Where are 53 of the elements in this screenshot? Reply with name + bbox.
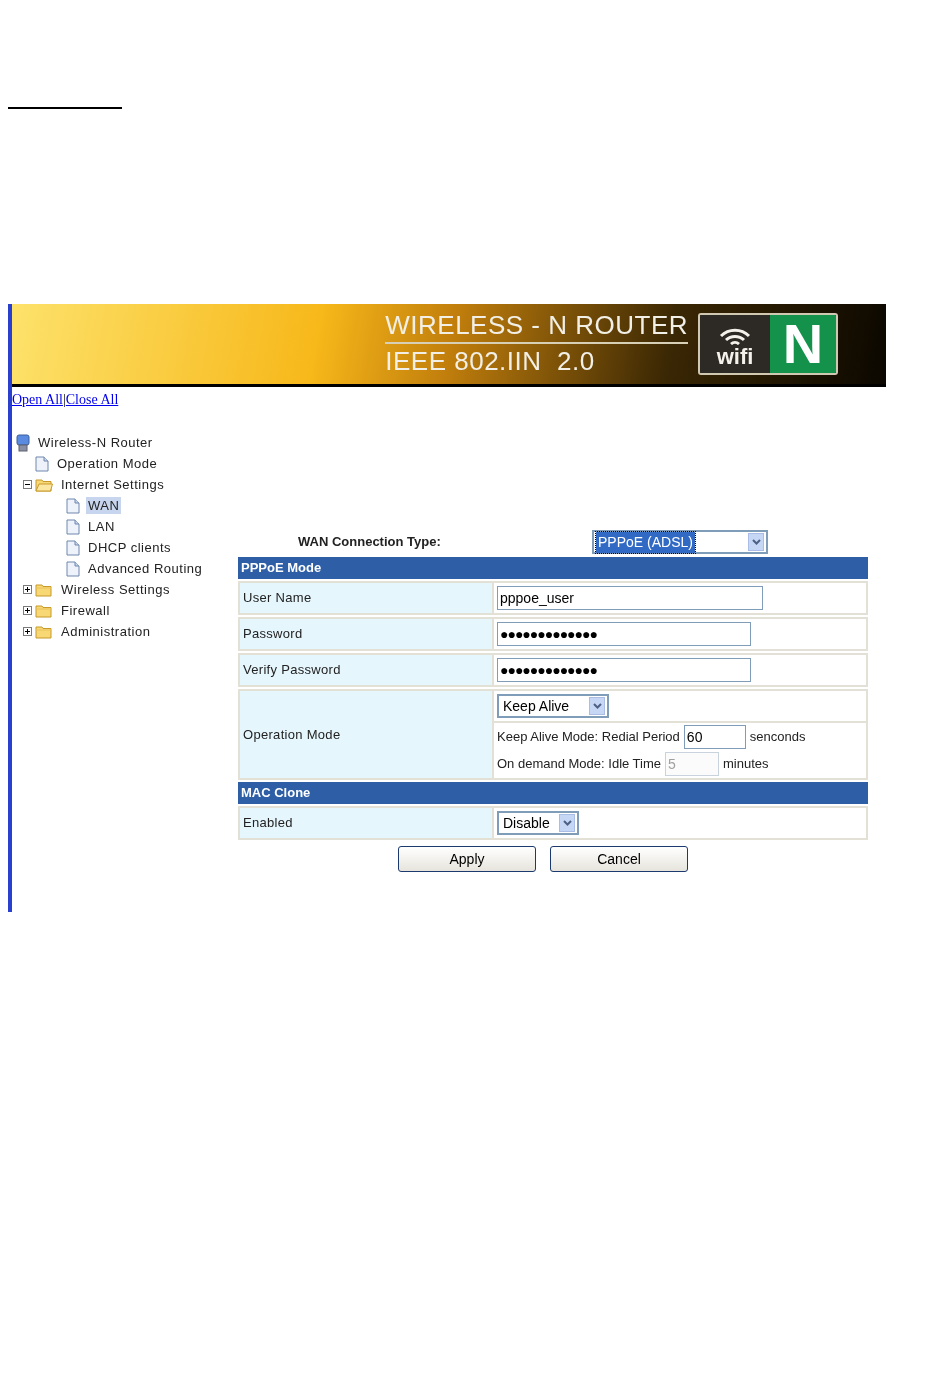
computer-icon <box>16 433 30 452</box>
banner-subtitle: IEEE 802.IIN 2.0 <box>385 345 595 378</box>
field-label: Operation Mode <box>243 725 341 744</box>
page-icon <box>35 455 49 472</box>
open-all-link[interactable]: Open All <box>12 389 63 410</box>
link-separator: | <box>62 391 66 409</box>
collapse-icon[interactable] <box>23 480 32 489</box>
section-header: PPPoE Mode <box>238 557 868 579</box>
tree-item[interactable]: Internet Settings <box>59 476 167 493</box>
expand-icon[interactable] <box>23 627 32 636</box>
unit-label: minutes <box>723 755 769 774</box>
open-folder-icon <box>35 477 53 492</box>
tree-item[interactable]: DHCP clients <box>86 539 174 556</box>
page-icon <box>66 560 80 577</box>
tree-item[interactable]: Advanced Routing <box>86 560 205 577</box>
folder-icon <box>35 582 53 597</box>
folder-icon <box>35 624 53 639</box>
logo-letter: N <box>782 316 824 372</box>
tree-item[interactable]: Firewall <box>59 602 112 619</box>
logo-word: wifi <box>716 345 754 369</box>
tree-item[interactable]: LAN <box>86 518 117 535</box>
tree-item[interactable]: Operation Mode <box>55 455 160 472</box>
page-icon <box>66 497 80 514</box>
field-label: Keep Alive Mode: Redial Period <box>497 728 680 747</box>
wireless-signal-icon <box>718 327 752 345</box>
field-label: On demand Mode: Idle Time <box>497 755 662 774</box>
field-label: Password <box>243 625 303 644</box>
field-label: Enabled <box>243 814 293 833</box>
unit-label: senconds <box>749 728 806 747</box>
input-field[interactable]: pppoe_user <box>497 586 763 610</box>
page-icon <box>66 518 80 535</box>
tree-item[interactable]: Wireless-N Router <box>36 434 155 451</box>
cancel-button[interactable]: Cancel <box>550 846 688 872</box>
field-label: Verify Password <box>243 661 341 680</box>
tree-item[interactable]: Wireless Settings <box>59 581 172 598</box>
field-label: User Name <box>243 589 312 608</box>
dropdown[interactable]: Disable <box>497 811 579 835</box>
expand-icon[interactable] <box>23 606 32 615</box>
input-field[interactable]: ●●●●●●●●●●●●● <box>497 622 751 646</box>
tree-item[interactable]: WAN <box>86 497 122 514</box>
dropdown[interactable]: Keep Alive <box>497 694 609 718</box>
banner-title: WIRELESS - N ROUTER <box>385 310 688 344</box>
dropdown[interactable]: PPPoE (ADSL) <box>592 530 768 554</box>
section-header: MAC Clone <box>238 782 868 804</box>
input-field[interactable]: 60 <box>683 725 746 749</box>
field-label: WAN Connection Type: <box>298 533 442 552</box>
expand-icon[interactable] <box>23 585 32 594</box>
tree-item[interactable]: Administration <box>59 623 153 640</box>
page-icon <box>66 539 80 556</box>
apply-button[interactable]: Apply <box>398 846 536 872</box>
input-field[interactable]: ●●●●●●●●●●●●● <box>497 658 751 682</box>
folder-icon <box>35 603 53 618</box>
close-all-link[interactable]: Close All <box>65 389 119 410</box>
